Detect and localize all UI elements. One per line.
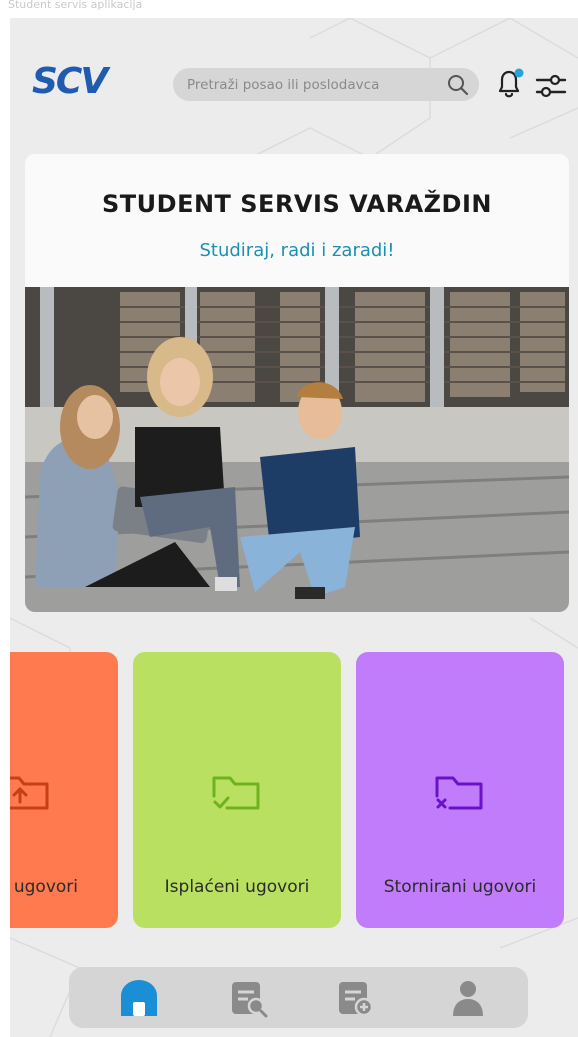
add-document-icon[interactable] [335, 978, 377, 1018]
bell-icon[interactable] [494, 65, 526, 101]
folder-check-icon [212, 776, 260, 810]
card-label-cancelled-contracts: Stornirani ugovori [383, 877, 537, 897]
profile-icon[interactable] [447, 978, 489, 1018]
search-documents-icon[interactable] [228, 978, 270, 1018]
search-icon[interactable] [447, 74, 469, 96]
status-caption: Student servis aplikacija [8, 0, 143, 11]
folder-upload-icon [10, 776, 49, 810]
card-label-paid-contracts: Isplaćeni ugovori [164, 877, 310, 897]
card-paid-contracts[interactable]: Isplaćeni ugovori [133, 652, 341, 928]
search-input[interactable] [187, 68, 437, 101]
home-icon[interactable] [118, 978, 160, 1018]
card-cancelled-contracts[interactable]: Stornirani ugovori [356, 652, 564, 928]
filter-icon[interactable] [535, 70, 567, 102]
hero-title: STUDENT SERVIS VARAŽDIN [102, 190, 492, 218]
search-bar[interactable] [173, 68, 479, 101]
hero-banner[interactable]: STUDENT SERVIS VARAŽDIN Studiraj, radi i… [25, 154, 569, 612]
notification-dot [514, 68, 524, 78]
students-photo [25, 287, 569, 612]
bottom-navigation [69, 967, 528, 1028]
hero-subtitle: Studiraj, radi i zaradi! [199, 240, 395, 261]
app-screen: SCV STUDENT SERVIS VARAŽDIN Studiraj, ra… [10, 18, 578, 1037]
card-label-contracts: ugovori [13, 877, 78, 897]
scv-logo[interactable]: SCV [32, 62, 120, 102]
card-contracts[interactable]: ugovori [10, 652, 118, 928]
folder-x-icon [435, 776, 483, 810]
